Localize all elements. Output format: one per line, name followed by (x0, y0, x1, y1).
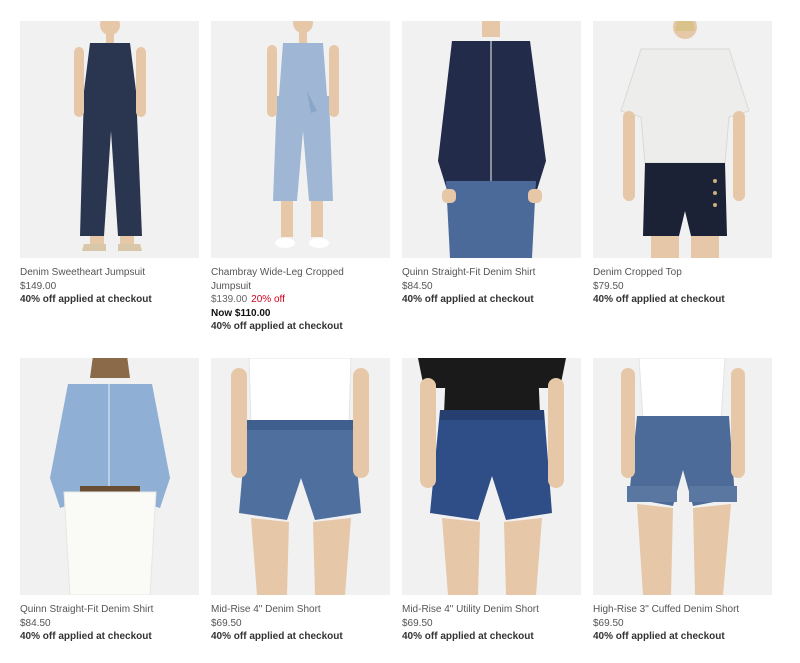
model-photo (593, 21, 772, 258)
promo-text: 40% off applied at checkout (20, 631, 152, 642)
product-price-row: $139.00 20% off (211, 293, 390, 307)
product-name-line-1[interactable]: Chambray Wide-Leg Cropped (211, 266, 390, 280)
product-card-quinn-shirt-dark[interactable]: Quinn Straight-Fit Denim Shirt $84.50 40… (402, 21, 581, 307)
product-name-line-2[interactable]: Jumpsuit (211, 280, 390, 294)
product-info: Mid-Rise 4" Utility Denim Short $69.50 4… (402, 595, 581, 644)
product-image[interactable] (593, 21, 772, 258)
model-photo (593, 358, 772, 595)
product-info: Quinn Straight-Fit Denim Shirt $84.50 40… (20, 595, 199, 644)
original-price: $139.00 (211, 294, 248, 305)
product-image[interactable] (211, 358, 390, 595)
product-card-quinn-shirt-light[interactable]: Quinn Straight-Fit Denim Shirt $84.50 40… (20, 358, 199, 644)
product-price: $79.50 (593, 280, 624, 292)
product-card-mid-rise-denim-short[interactable]: Mid-Rise 4" Denim Short $69.50 40% off a… (211, 358, 390, 644)
product-card-cuffed-denim-short[interactable]: High-Rise 3" Cuffed Denim Short $69.50 4… (593, 358, 772, 644)
product-card-denim-cropped-top[interactable]: Denim Cropped Top $79.50 40% off applied… (593, 21, 772, 307)
model-photo (20, 21, 199, 258)
product-card-chambray-jumpsuit[interactable]: Chambray Wide-Leg Cropped Jumpsuit $139.… (211, 21, 390, 334)
product-price: $149.00 (20, 280, 57, 292)
product-image[interactable] (402, 21, 581, 258)
model-photo (211, 358, 390, 595)
promo-text: 40% off applied at checkout (211, 631, 343, 642)
product-info: Quinn Straight-Fit Denim Shirt $84.50 40… (402, 258, 581, 307)
sale-price: Now $110.00 (211, 307, 271, 319)
product-card-denim-sweetheart-jumpsuit[interactable]: Denim Sweetheart Jumpsuit $149.00 40% of… (20, 21, 199, 307)
product-name[interactable]: High-Rise 3" Cuffed Denim Short (593, 603, 772, 617)
product-price: $84.50 (402, 280, 433, 292)
product-info: Mid-Rise 4" Denim Short $69.50 40% off a… (211, 595, 390, 644)
product-name[interactable]: Quinn Straight-Fit Denim Shirt (402, 266, 581, 280)
product-image[interactable] (20, 358, 199, 595)
promo-text: 40% off applied at checkout (211, 321, 343, 332)
product-name[interactable]: Mid-Rise 4" Utility Denim Short (402, 603, 581, 617)
model-photo (20, 358, 199, 595)
product-info: Chambray Wide-Leg Cropped Jumpsuit $139.… (211, 258, 390, 334)
product-name[interactable]: Denim Cropped Top (593, 266, 772, 280)
model-photo (402, 358, 581, 595)
model-photo (211, 21, 390, 258)
product-price: $69.50 (211, 617, 242, 629)
product-price: $84.50 (20, 617, 51, 629)
product-image[interactable] (402, 358, 581, 595)
product-price: $69.50 (402, 617, 433, 629)
promo-text: 40% off applied at checkout (402, 631, 534, 642)
promo-text: 40% off applied at checkout (593, 294, 725, 305)
percent-off-badge: 20% off (251, 294, 285, 305)
promo-text: 40% off applied at checkout (402, 294, 534, 305)
product-grid: Denim Sweetheart Jumpsuit $149.00 40% of… (0, 0, 800, 663)
product-image[interactable] (211, 21, 390, 258)
promo-text: 40% off applied at checkout (593, 631, 725, 642)
product-image[interactable] (20, 21, 199, 258)
product-card-utility-denim-short[interactable]: Mid-Rise 4" Utility Denim Short $69.50 4… (402, 358, 581, 644)
product-info: High-Rise 3" Cuffed Denim Short $69.50 4… (593, 595, 772, 644)
product-name[interactable]: Mid-Rise 4" Denim Short (211, 603, 390, 617)
product-info: Denim Sweetheart Jumpsuit $149.00 40% of… (20, 258, 199, 307)
product-info: Denim Cropped Top $79.50 40% off applied… (593, 258, 772, 307)
product-name[interactable]: Denim Sweetheart Jumpsuit (20, 266, 199, 280)
product-image[interactable] (593, 358, 772, 595)
model-photo (402, 21, 581, 258)
promo-text: 40% off applied at checkout (20, 294, 152, 305)
product-name[interactable]: Quinn Straight-Fit Denim Shirt (20, 603, 199, 617)
product-price: $69.50 (593, 617, 624, 629)
